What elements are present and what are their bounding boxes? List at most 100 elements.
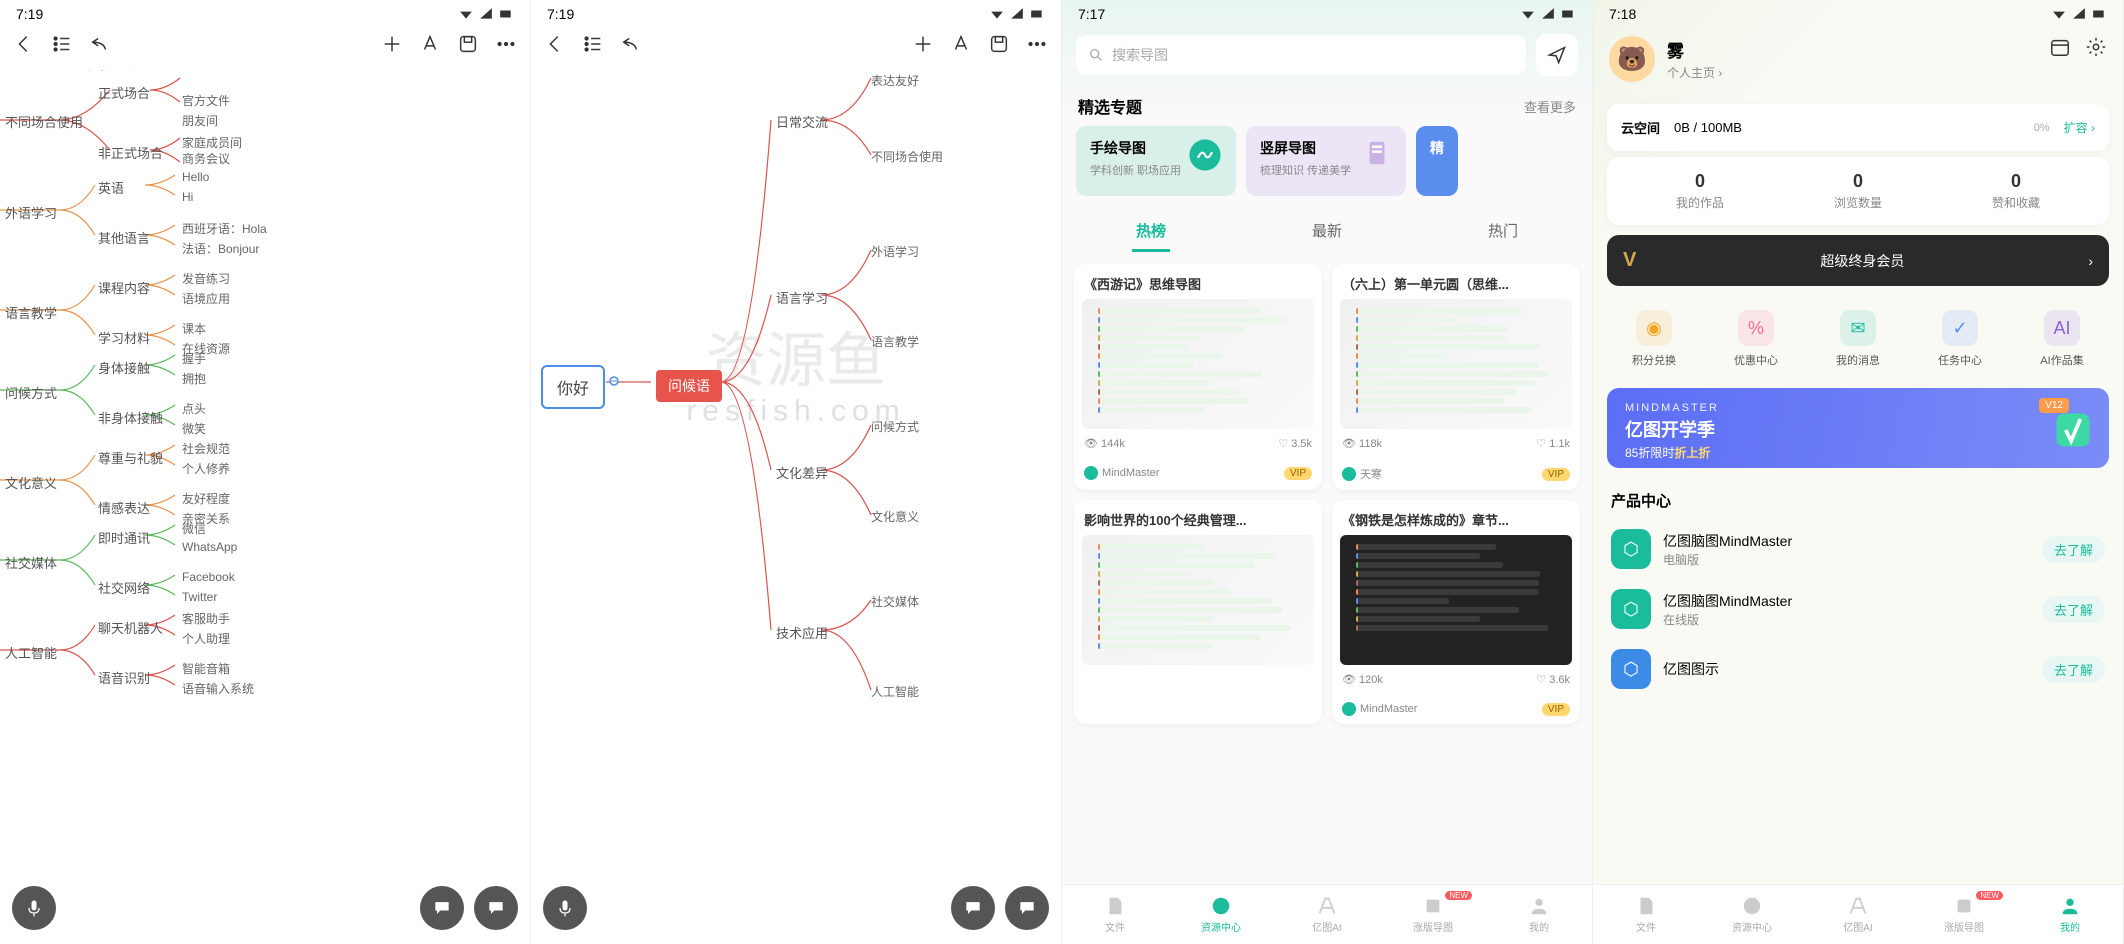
- chat-fab[interactable]: [420, 886, 464, 930]
- nav-files[interactable]: 文件: [1062, 885, 1168, 944]
- chat-fab[interactable]: [951, 886, 995, 930]
- quick-item[interactable]: ◉积分兑换: [1603, 310, 1705, 368]
- outline-icon[interactable]: [581, 32, 605, 56]
- mm-node[interactable]: 即时通讯: [98, 528, 150, 547]
- mm-leaf[interactable]: Twitter: [182, 590, 217, 604]
- mm-leaf[interactable]: WhatsApp: [182, 540, 237, 554]
- mm-leaf[interactable]: 西班牙语：Hola: [182, 220, 267, 237]
- tab-new[interactable]: 最新: [1308, 212, 1346, 252]
- nav-resources[interactable]: 资源中心: [1699, 885, 1805, 944]
- mm-node[interactable]: 外语学习: [5, 203, 57, 222]
- mindmap-canvas[interactable]: 你好 问候语 日常交流 语言学习 文化差异 技术应用 表达友好 不同场合使用 外…: [531, 70, 1061, 944]
- mm-leaf[interactable]: 点头: [182, 400, 206, 417]
- mm-node[interactable]: 人工智能: [871, 683, 919, 700]
- nav-upgrade[interactable]: NEW 涨版导图: [1911, 885, 2017, 944]
- chat-fab-2[interactable]: [474, 886, 518, 930]
- gear-icon[interactable]: [2085, 36, 2107, 58]
- nav-upgrade[interactable]: NEW 涨版导图: [1380, 885, 1486, 944]
- mm-node[interactable]: 聊天机器人: [98, 618, 163, 637]
- send-button[interactable]: [1536, 34, 1578, 76]
- style-icon[interactable]: [949, 32, 973, 56]
- resource-card[interactable]: （六上）第一单元圆（思维... 👁 118k♡ 1.1k 天寒VIP: [1332, 264, 1580, 490]
- chat-fab-2[interactable]: [1005, 886, 1049, 930]
- mm-leaf[interactable]: 微笑: [182, 420, 206, 437]
- topic-card-more[interactable]: 精: [1416, 126, 1458, 196]
- mm-leaf[interactable]: 微信: [182, 520, 206, 537]
- topic-scroll[interactable]: 手绘导图 学科创新 职场应用 竖屏导图 梳理知识 传递美学 精: [1062, 126, 1592, 208]
- mm-node[interactable]: 语言教学: [5, 303, 57, 322]
- mm-node[interactable]: 问候方式: [5, 383, 57, 402]
- mm-leaf[interactable]: 客服助手: [182, 610, 230, 627]
- add-icon[interactable]: [380, 32, 404, 56]
- mm-leaf[interactable]: 课本: [182, 320, 206, 337]
- resource-card[interactable]: 《西游记》思维导图 👁 144k♡ 3.5k MindMasterVIP: [1074, 264, 1322, 490]
- mm-leaf[interactable]: 语境应用: [182, 290, 230, 307]
- mic-fab[interactable]: [12, 886, 56, 930]
- mm-leaf[interactable]: 官方文件: [182, 92, 230, 109]
- mm-leaf[interactable]: Hello: [182, 170, 209, 184]
- topic-card-handdrawn[interactable]: 手绘导图 学科创新 职场应用: [1076, 126, 1236, 196]
- mm-leaf[interactable]: 友好程度: [182, 490, 230, 507]
- mm-leaf[interactable]: 个人修养: [182, 460, 230, 477]
- mm-node[interactable]: 英语: [98, 178, 124, 197]
- mm-leaf[interactable]: 社会规范: [182, 440, 230, 457]
- mm-node[interactable]: 人工智能: [5, 643, 57, 662]
- mm-node[interactable]: 礼貌用语: [86, 70, 138, 73]
- topic-card-vertical[interactable]: 竖屏导图 梳理知识 传递美学: [1246, 126, 1406, 196]
- product-learn-button[interactable]: 去了解: [2042, 656, 2105, 683]
- promo-banner[interactable]: MINDMASTER 亿图开学季 85折限时折上折 V12: [1607, 388, 2109, 468]
- mm-node[interactable]: 外语学习: [871, 243, 919, 260]
- outline-icon[interactable]: [50, 32, 74, 56]
- undo-icon[interactable]: [619, 32, 643, 56]
- mm-node[interactable]: 其他语言: [98, 228, 150, 247]
- mic-fab[interactable]: [543, 886, 587, 930]
- stat-item[interactable]: 0我的作品: [1621, 171, 1779, 211]
- mm-node[interactable]: 非身体接触: [98, 408, 163, 427]
- mm-node[interactable]: 语言学习: [776, 288, 828, 307]
- mm-node[interactable]: 技术应用: [776, 623, 828, 642]
- mm-leaf[interactable]: 握手: [182, 350, 206, 367]
- mm-leaf[interactable]: 个人助理: [182, 630, 230, 647]
- mm-node[interactable]: 问候方式: [871, 418, 919, 435]
- mm-node[interactable]: 正式场合: [98, 83, 150, 102]
- mm-leaf[interactable]: 家庭成员间: [182, 134, 242, 151]
- mm-node[interactable]: 课程内容: [98, 278, 150, 297]
- style-icon[interactable]: [418, 32, 442, 56]
- mm-node[interactable]: 日常交流: [776, 112, 828, 131]
- mm-node[interactable]: 不同场合使用: [5, 112, 83, 131]
- profile-home-link[interactable]: 个人主页 ›: [1667, 64, 1722, 81]
- resource-card[interactable]: 《钢铁是怎样炼成的》章节... 👁 120k♡ 3.6k MindMasterV…: [1332, 500, 1580, 724]
- mm-node[interactable]: 表达友好: [871, 72, 919, 89]
- stat-item[interactable]: 0赞和收藏: [1937, 171, 2095, 211]
- mm-node[interactable]: 尊重与礼貌: [98, 448, 163, 467]
- mm-leaf[interactable]: 法语：Bonjour: [182, 240, 259, 257]
- mm-leaf[interactable]: 拥抱: [182, 370, 206, 387]
- mm-leaf[interactable]: 朋友间: [182, 112, 218, 129]
- mm-leaf[interactable]: Facebook: [182, 570, 235, 584]
- nav-ai[interactable]: 亿图AI: [1805, 885, 1911, 944]
- add-icon[interactable]: [911, 32, 935, 56]
- more-icon[interactable]: [494, 32, 518, 56]
- mm-node-selected[interactable]: 问候语: [656, 370, 722, 402]
- nav-resources[interactable]: 资源中心: [1168, 885, 1274, 944]
- calendar-icon[interactable]: [2049, 36, 2071, 58]
- mm-node[interactable]: 不同场合使用: [871, 148, 943, 165]
- see-more-link[interactable]: 查看更多: [1524, 97, 1576, 116]
- quick-item[interactable]: %优惠中心: [1705, 310, 1807, 368]
- mindmap-canvas[interactable]: 你好 不同场合使用 外语学习 语言教学 问候方式 文化意义 社交媒体 人工智能 …: [0, 70, 530, 944]
- resource-card[interactable]: 影响世界的100个经典管理...: [1074, 500, 1322, 724]
- back-icon[interactable]: [12, 32, 36, 56]
- mm-node[interactable]: 社交媒体: [5, 553, 57, 572]
- tab-popular[interactable]: 热门: [1484, 212, 1522, 252]
- search-input[interactable]: 搜索导图: [1076, 35, 1526, 75]
- vip-banner[interactable]: V 超级终身会员 ›: [1607, 235, 2109, 286]
- stat-item[interactable]: 0浏览数量: [1779, 171, 1937, 211]
- mm-node[interactable]: 语音识别: [98, 668, 150, 687]
- back-icon[interactable]: [543, 32, 567, 56]
- mm-node[interactable]: 学习材料: [98, 328, 150, 347]
- mm-node[interactable]: 情感表达: [98, 498, 150, 517]
- save-icon[interactable]: [987, 32, 1011, 56]
- mm-leaf[interactable]: 发音练习: [182, 270, 230, 287]
- card-grid[interactable]: 《西游记》思维导图 👁 144k♡ 3.5k MindMasterVIP （六上…: [1062, 252, 1592, 736]
- nav-files[interactable]: 文件: [1593, 885, 1699, 944]
